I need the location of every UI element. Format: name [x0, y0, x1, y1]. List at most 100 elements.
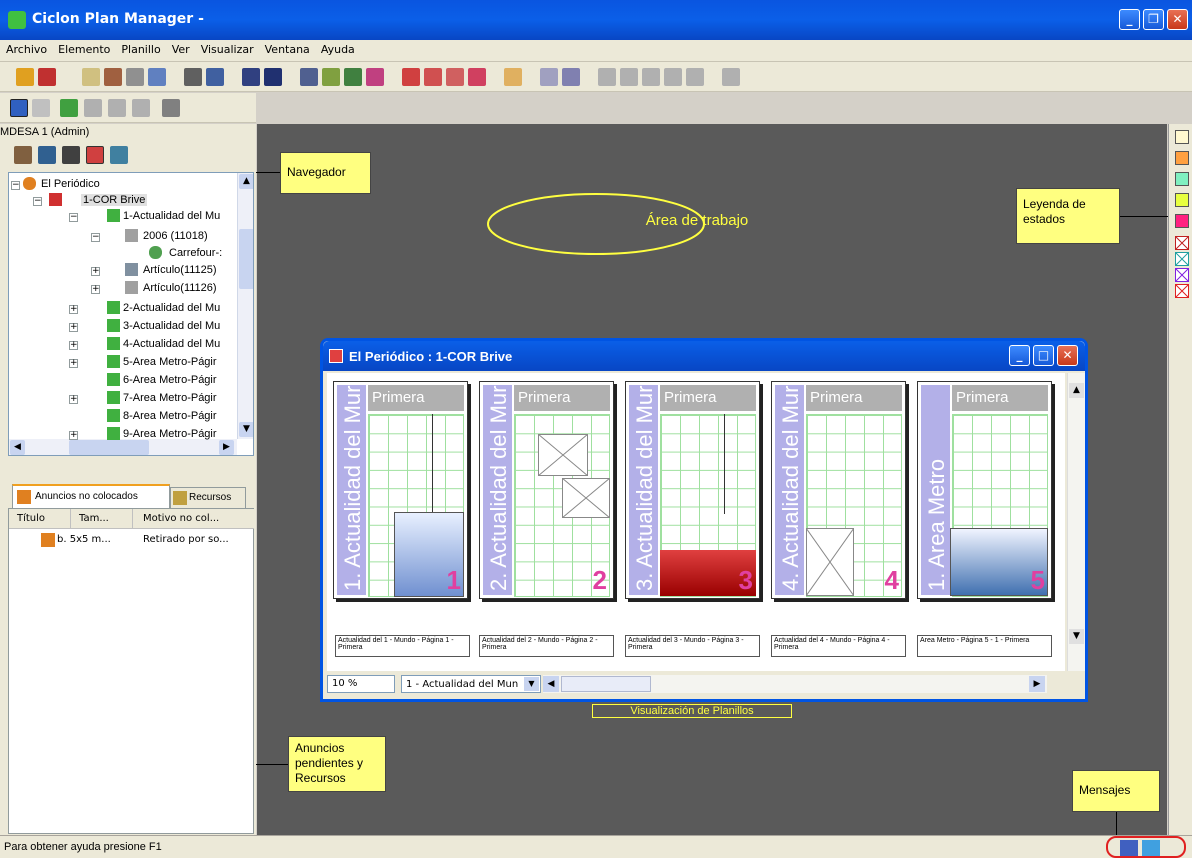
export-icon[interactable] — [722, 68, 740, 86]
tree-scroll-up[interactable]: ▲ — [239, 174, 253, 189]
ads-tab[interactable]: Anuncios no colocados — [12, 484, 170, 508]
tree-expand-8[interactable]: + — [69, 323, 78, 332]
plan-scroll-up[interactable]: ▲ — [1069, 383, 1084, 398]
layout-4-icon[interactable] — [468, 68, 486, 86]
menu-ayuda[interactable]: Ayuda — [315, 40, 360, 56]
page-thumb-5[interactable]: 1. Area Metro Primera 5 — [917, 381, 1052, 599]
grid-2-icon[interactable] — [562, 68, 580, 86]
tree-vscrollbar[interactable]: ▲ ▼ — [237, 173, 253, 439]
globe-icon[interactable] — [344, 68, 362, 86]
restore-button[interactable]: ❐ — [1143, 9, 1164, 30]
hand-icon[interactable] — [504, 68, 522, 86]
plan-scroll-down[interactable]: ▼ — [1069, 629, 1084, 644]
tree-item-articulo-11126[interactable]: Artículo(11126) — [143, 282, 217, 294]
tree-item-page-1[interactable]: 1-Actualidad del Mu — [123, 210, 220, 222]
tree-item-page-3[interactable]: 3-Actualidad del Mu — [123, 320, 220, 332]
layout-3-icon[interactable] — [446, 68, 464, 86]
edit-icon[interactable] — [84, 99, 102, 117]
nav-tab-4-icon[interactable] — [86, 146, 104, 164]
pan-icon[interactable] — [32, 99, 50, 117]
menu-ventana[interactable]: Ventana — [259, 40, 315, 56]
menu-planillo[interactable]: Planillo — [115, 40, 165, 56]
open-icon[interactable] — [104, 68, 122, 86]
page-select[interactable]: 1 - Actualidad del Mun ▼ — [401, 675, 541, 693]
page-thumb-4[interactable]: 4. Actualidad del Mur Primera 4 — [771, 381, 906, 599]
nav-tab-3-icon[interactable] — [62, 146, 80, 164]
col-reason-header[interactable]: Motivo no col... — [133, 509, 254, 529]
tree-expand-12[interactable]: + — [69, 395, 78, 404]
layout-1-icon[interactable] — [402, 68, 420, 86]
plan-scroll-left[interactable]: ◀ — [543, 676, 559, 692]
tree-collapse-3[interactable]: − — [91, 233, 100, 242]
tree-item-page-5[interactable]: 5-Area Metro-Págir — [123, 356, 217, 368]
tree-collapse-2[interactable]: − — [69, 213, 78, 222]
puzzle-icon[interactable] — [366, 68, 384, 86]
tree-item-page-2[interactable]: 2-Actualidad del Mu — [123, 302, 220, 314]
tree-expand-5[interactable]: + — [91, 267, 100, 276]
minimize-button[interactable]: _ — [1119, 9, 1140, 30]
close-button[interactable]: ✕ — [1167, 9, 1188, 30]
tree-item-periodico[interactable]: El Periódico — [41, 178, 100, 190]
tree-expand-10[interactable]: + — [69, 359, 78, 368]
col-size-header[interactable]: Tam... — [71, 509, 133, 529]
nav-tab-1-icon[interactable] — [14, 146, 32, 164]
tree-scroll-thumb[interactable] — [239, 229, 253, 289]
page-1-icon[interactable] — [598, 68, 616, 86]
layout-2-icon[interactable] — [424, 68, 442, 86]
page-thumb-1[interactable]: 1. Actualidad del Mur Primera 1 — [333, 381, 468, 599]
tree-item-2006[interactable]: 2006 (11018) — [143, 230, 208, 242]
new-icon[interactable] — [82, 68, 100, 86]
zoom-field[interactable]: 10 % — [327, 675, 395, 693]
menu-ver[interactable]: Ver — [166, 40, 195, 56]
chart-icon[interactable] — [322, 68, 340, 86]
properties-icon[interactable] — [148, 68, 166, 86]
tree-item-page-4[interactable]: 4-Actualidad del Mu — [123, 338, 220, 350]
chevron-down-icon[interactable]: ▼ — [524, 677, 539, 691]
alert-icon[interactable] — [1142, 840, 1160, 856]
disconnect-icon[interactable] — [38, 68, 56, 86]
tree-expand-7[interactable]: + — [69, 305, 78, 314]
tool-icon[interactable] — [300, 68, 318, 86]
tree-item-page-9[interactable]: 9-Area Metro-Págir — [123, 428, 217, 440]
messages-icon[interactable] — [1120, 840, 1138, 856]
page-2-icon[interactable] — [620, 68, 638, 86]
grid-1-icon[interactable] — [540, 68, 558, 86]
preview-icon[interactable] — [206, 68, 224, 86]
tree-hscroll-thumb[interactable] — [69, 440, 149, 455]
plan-maximize-button[interactable]: □ — [1033, 345, 1054, 366]
tree-collapse-0[interactable]: − — [11, 181, 20, 190]
tree-scroll-right[interactable]: ▶ — [219, 440, 234, 455]
resources-tab[interactable]: Recursos — [170, 487, 246, 508]
page-thumb-2[interactable]: 2. Actualidad del Mur Primera 2 — [479, 381, 614, 599]
context-help-icon[interactable] — [264, 68, 282, 86]
menu-archivo[interactable]: Archivo — [0, 40, 52, 56]
tree-collapse-1[interactable]: − — [33, 197, 42, 206]
tree-scroll-down[interactable]: ▼ — [239, 422, 253, 437]
delete-icon[interactable] — [126, 68, 144, 86]
menu-visualizar[interactable]: Visualizar — [195, 40, 259, 56]
tree-item-cor-brive[interactable]: 1-COR Brive — [81, 194, 148, 206]
nav-tab-5-icon[interactable] — [110, 146, 128, 164]
menu-elemento[interactable]: Elemento — [52, 40, 115, 56]
tree-hscrollbar[interactable]: ◀ ▶ — [9, 439, 237, 455]
plan-close-button[interactable]: ✕ — [1057, 345, 1078, 366]
col-title-header[interactable]: Título — [9, 509, 71, 529]
help-icon[interactable] — [242, 68, 260, 86]
plan-hscroll-thumb[interactable] — [561, 676, 651, 692]
print-icon[interactable] — [184, 68, 202, 86]
tree-item-page-6[interactable]: 6-Area Metro-Págir — [123, 374, 217, 386]
select-icon[interactable] — [60, 99, 78, 117]
merge-icon[interactable] — [108, 99, 126, 117]
plan-scroll-right[interactable]: ▶ — [1029, 676, 1045, 692]
tree-scroll-left[interactable]: ◀ — [10, 440, 25, 455]
tree-expand-6[interactable]: + — [91, 285, 100, 294]
tree-expand-14[interactable]: + — [69, 431, 78, 440]
tree-item-page-7[interactable]: 7-Area Metro-Págir — [123, 392, 217, 404]
plan-vscrollbar[interactable]: ▲ ▼ — [1067, 373, 1085, 671]
tree-item-carrefour[interactable]: Carrefour-: — [169, 247, 222, 259]
page-3-icon[interactable] — [642, 68, 660, 86]
tree-item-articulo-11125[interactable]: Artículo(11125) — [143, 264, 217, 276]
list-item[interactable]: b. 5x5 m... Retirado por so... — [9, 531, 254, 549]
page-thumb-3[interactable]: 3. Actualidad del Mur Primera 3 — [625, 381, 760, 599]
zoom-icon[interactable] — [10, 99, 28, 117]
